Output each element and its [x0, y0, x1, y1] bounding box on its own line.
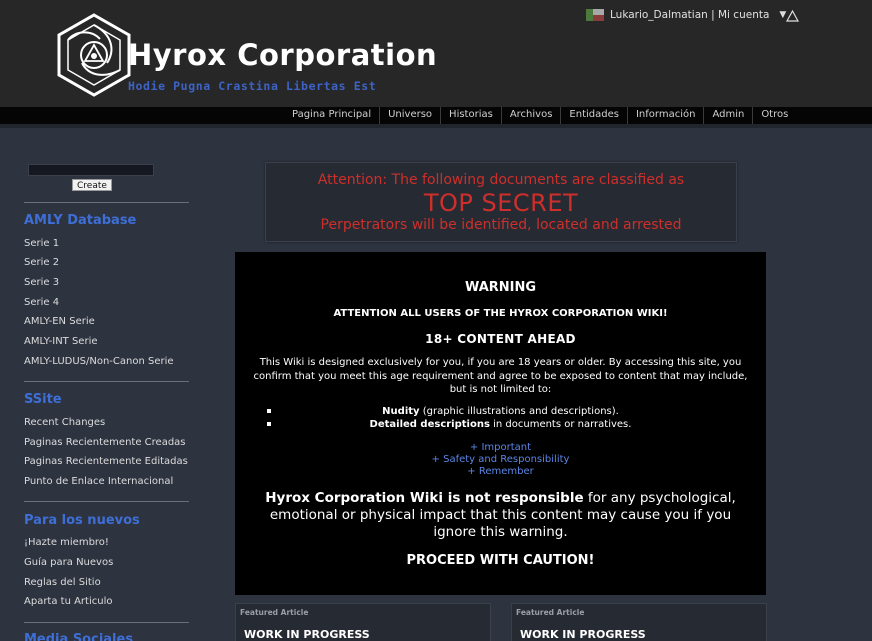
list-item: Nudity (graphic illustrations and descri…: [265, 405, 736, 418]
logo-emblem-icon[interactable]: [55, 13, 133, 97]
bullet-icon: [267, 409, 271, 413]
nav-item-informacion[interactable]: Información: [626, 107, 703, 124]
nav-item-otros[interactable]: Otros: [752, 107, 796, 124]
site-motto: Hodie Pugna Crastina Libertas Est: [128, 79, 377, 93]
sidebar-item-guide[interactable]: Guía para Nuevos: [24, 557, 113, 568]
sidebar-heading-ssite: SSite: [24, 392, 62, 407]
user-flag-icon: [586, 9, 604, 21]
responsibility-bold: Hyrox Corporation Wiki is not responsibl…: [265, 490, 584, 506]
warning-title: WARNING: [464, 280, 537, 295]
nav-item-archivos[interactable]: Archivos: [500, 107, 561, 124]
featured-title[interactable]: WORK IN PROGRESS: [244, 628, 370, 641]
warning-subtitle: ATTENTION ALL USERS OF THE HYROX CORPORA…: [333, 308, 668, 319]
notice-line-3: Perpetrators will be identified, located…: [320, 217, 682, 233]
notice-top-secret: TOP SECRET: [423, 189, 579, 217]
nav-item-pagina-principal[interactable]: Pagina Principal: [284, 107, 379, 124]
sidebar-item-serie-2[interactable]: Serie 2: [24, 257, 59, 268]
nav-item-admin[interactable]: Admin: [703, 107, 752, 124]
sidebar-item-amly-int[interactable]: AMLY-INT Serie: [24, 336, 98, 347]
link-safety-responsibility[interactable]: + Safety and Responsibility: [235, 454, 766, 465]
nav-item-entidades[interactable]: Entidades: [560, 107, 627, 124]
notice-line-1: Attention: The following documents are c…: [317, 172, 685, 188]
featured-title[interactable]: WORK IN PROGRESS: [520, 628, 646, 641]
sidebar-item-reserve-article[interactable]: Aparta tu Articulo: [24, 596, 112, 607]
link-important[interactable]: + Important: [235, 442, 766, 453]
content-warning-box: WARNING ATTENTION ALL USERS OF THE HYROX…: [235, 252, 766, 595]
sidebar-item-recently-created[interactable]: Paginas Recientemente Creadas: [24, 437, 186, 448]
list-item-bold: Detailed descriptions: [369, 419, 490, 430]
sidebar-divider: [24, 622, 189, 623]
site-header: Hyrox Corporation Hodie Pugna Crastina L…: [0, 0, 872, 107]
sidebar-item-join[interactable]: ¡Hazte miembro!: [24, 537, 109, 548]
alert-triangle-icon[interactable]: [786, 10, 799, 22]
sidebar-item-rules[interactable]: Reglas del Sitio: [24, 577, 101, 588]
top-navigation: Pagina Principal Universo Historias Arch…: [0, 107, 872, 124]
sidebar-item-amly-en[interactable]: AMLY-EN Serie: [24, 316, 95, 327]
featured-label: Featured Article: [240, 608, 309, 617]
search-input[interactable]: [28, 164, 154, 176]
list-item-text: in documents or narratives.: [489, 419, 632, 430]
nav-item-historias[interactable]: Historias: [440, 107, 501, 124]
sidebar-heading-amly-database: AMLY Database: [24, 213, 137, 228]
list-item-bold: Nudity: [382, 406, 420, 417]
sidebar-item-recently-edited[interactable]: Paginas Recientemente Editadas: [24, 456, 188, 467]
bullet-icon: [267, 422, 271, 426]
sidebar-item-serie-1[interactable]: Serie 1: [24, 238, 59, 249]
nav-item-universo[interactable]: Universo: [379, 107, 440, 124]
sidebar-item-serie-3[interactable]: Serie 3: [24, 277, 59, 288]
warning-paragraph: This Wiki is designed exclusively for yo…: [253, 357, 748, 395]
create-button[interactable]: Create: [72, 179, 112, 191]
warning-content-ahead: 18+ CONTENT AHEAD: [425, 332, 576, 346]
sidebar-item-amly-ludus[interactable]: AMLY-LUDUS/Non-Canon Serie: [24, 356, 174, 367]
link-remember[interactable]: + Remember: [235, 466, 766, 477]
classified-notice: Attention: The following documents are c…: [265, 162, 737, 242]
sidebar-divider: [24, 202, 189, 203]
nav-underbar: [0, 124, 872, 128]
featured-article-card[interactable]: Featured Article WORK IN PROGRESS: [235, 603, 491, 641]
warning-content-list: Nudity (graphic illustrations and descri…: [265, 405, 736, 431]
featured-article-card[interactable]: Featured Article WORK IN PROGRESS: [511, 603, 767, 641]
site-title[interactable]: Hyrox Corporation: [128, 38, 437, 72]
list-item: Detailed descriptions in documents or na…: [265, 418, 736, 431]
featured-label: Featured Article: [516, 608, 585, 617]
warning-responsibility: Hyrox Corporation Wiki is not responsibl…: [249, 490, 752, 541]
sidebar-heading-media-sociales: Media Sociales: [24, 632, 134, 641]
sidebar-item-recent-changes[interactable]: Recent Changes: [24, 417, 105, 428]
sidebar-divider: [24, 501, 189, 502]
sidebar-divider: [24, 381, 189, 382]
list-item-text: (graphic illustrations and descriptions)…: [419, 406, 619, 417]
sidebar-item-serie-4[interactable]: Serie 4: [24, 297, 59, 308]
user-menu-label[interactable]: Lukario_Dalmatian | Mi cuenta: [610, 9, 769, 21]
sidebar-item-international-hub[interactable]: Punto de Enlace Internacional: [24, 476, 173, 487]
user-menu[interactable]: Lukario_Dalmatian | Mi cuenta ▼: [586, 7, 786, 23]
warning-proceed: PROCEED WITH CAUTION!: [406, 553, 595, 568]
sidebar-heading-para-los-nuevos: Para los nuevos: [24, 513, 140, 528]
